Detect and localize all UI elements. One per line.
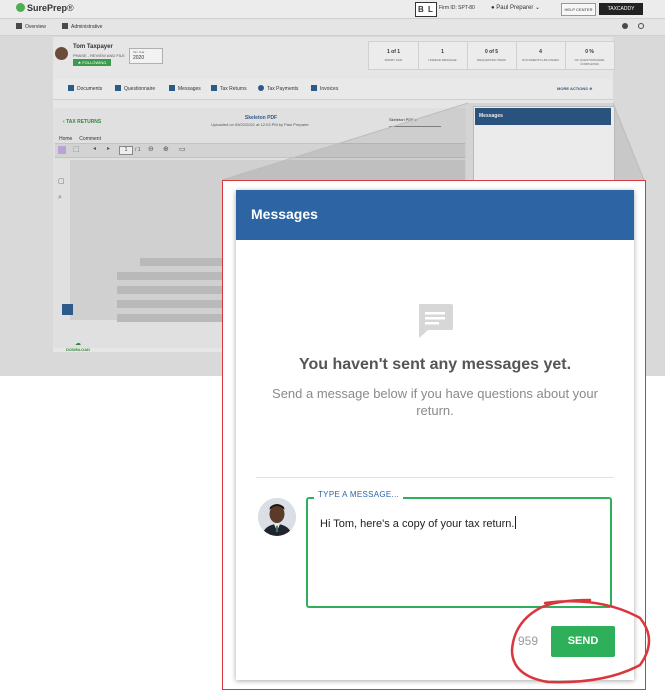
annotation-circle [510, 598, 651, 684]
